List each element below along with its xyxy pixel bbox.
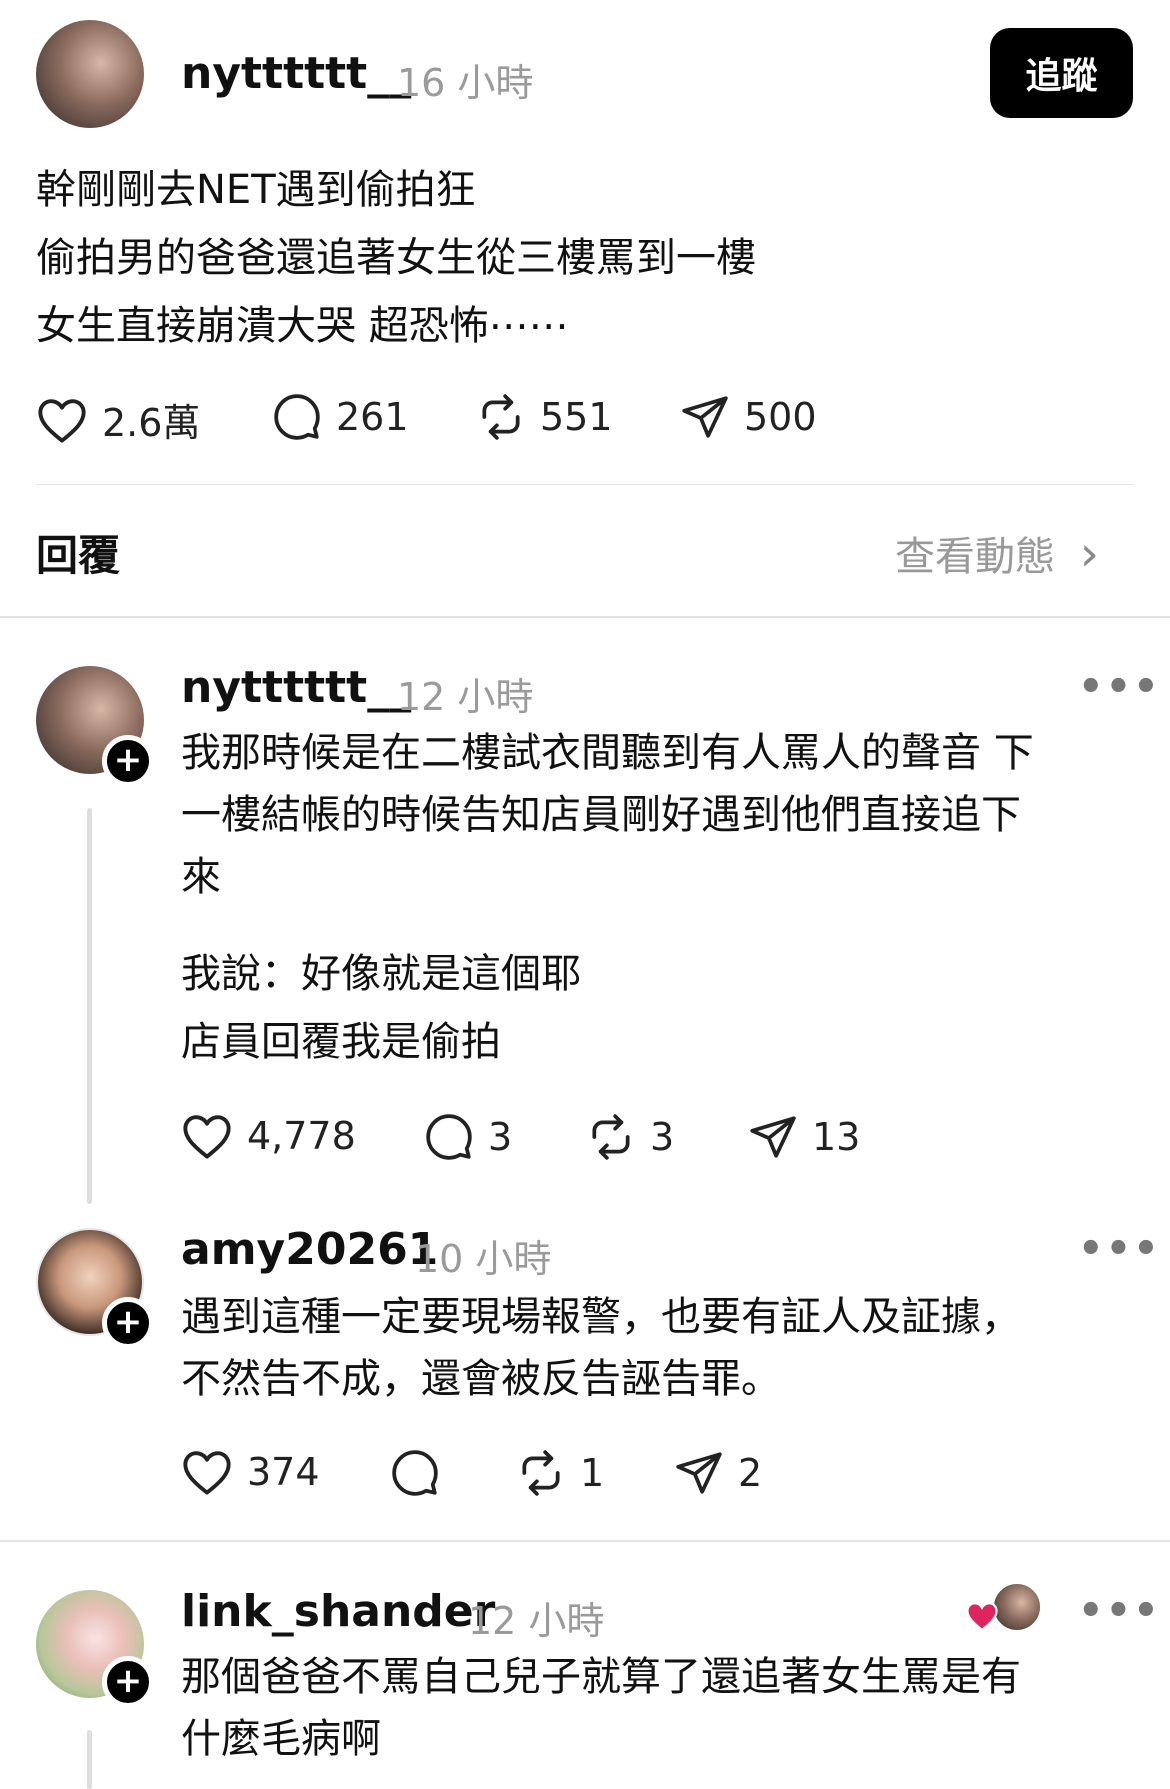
reply-username[interactable]: link_shander xyxy=(181,1586,495,1637)
comment-icon xyxy=(274,394,320,440)
post-username[interactable]: nytttttt__ xyxy=(181,48,411,99)
more-dots-icon[interactable]: ••• xyxy=(1078,1226,1161,1272)
reply-text-paragraph: 我說：好像就是這個耶 店員回覆我是偷拍 xyxy=(181,940,581,1076)
send-icon xyxy=(676,1452,722,1494)
chevron-right-icon: › xyxy=(1079,526,1099,582)
post-line: 偷拍男的爸爸還追著女生從三樓罵到一樓 xyxy=(36,235,756,281)
reply-time: 12 小時 xyxy=(397,675,534,719)
repost-count: 1 xyxy=(580,1451,605,1495)
like-button[interactable]: 2.6萬 xyxy=(36,392,200,447)
share-button[interactable]: 500 xyxy=(680,392,817,442)
repost-icon xyxy=(522,1450,560,1496)
section-divider xyxy=(0,616,1170,618)
reply-divider xyxy=(0,1540,1170,1542)
heart-icon xyxy=(183,1451,231,1495)
share-button[interactable]: 13 xyxy=(748,1112,860,1162)
repost-button[interactable]: 3 xyxy=(586,1112,674,1162)
repost-icon xyxy=(592,1114,630,1160)
repost-icon xyxy=(482,394,520,440)
post-divider xyxy=(36,484,1134,485)
reply-username[interactable]: amy20261 xyxy=(181,1224,438,1275)
like-button[interactable]: 374 xyxy=(181,1448,320,1496)
comment-button[interactable]: 3 xyxy=(424,1112,512,1162)
share-count: 2 xyxy=(738,1451,763,1495)
reply-line: 不然告不成，還會被反告誣告罪。 xyxy=(181,1356,781,1402)
heart-icon xyxy=(38,398,86,443)
more-dots-icon[interactable]: ••• xyxy=(1078,1588,1161,1634)
post-line: 幹剛剛去NET遇到偷拍狂 xyxy=(36,167,476,213)
post-text: 幹剛剛去NET遇到偷拍狂 偷拍男的爸爸還追著女生從三樓罵到一樓 女生直接崩潰大哭… xyxy=(36,156,756,360)
comment-button[interactable] xyxy=(390,1448,440,1498)
reply-time: 12 小時 xyxy=(468,1599,605,1643)
reply-line: 我說：好像就是這個耶 xyxy=(181,951,581,997)
follow-plus-icon[interactable]: + xyxy=(102,735,154,787)
send-icon xyxy=(750,1116,796,1158)
author-avatar[interactable] xyxy=(36,20,144,128)
comment-icon xyxy=(426,1114,472,1160)
repost-count: 551 xyxy=(540,395,613,439)
comment-count: 261 xyxy=(336,395,409,439)
reply-line: 來 xyxy=(181,854,221,900)
author-liked-indicator xyxy=(964,1582,1042,1638)
like-count: 4,778 xyxy=(247,1114,356,1158)
reply-username[interactable]: nytttttt__ xyxy=(181,662,411,713)
thread-line xyxy=(87,1730,92,1789)
comment-button[interactable]: 261 xyxy=(272,392,409,442)
repost-button[interactable]: 551 xyxy=(476,392,613,442)
comment-icon xyxy=(392,1450,438,1496)
like-button[interactable]: 4,778 xyxy=(181,1112,356,1160)
repost-button[interactable]: 1 xyxy=(516,1448,604,1498)
post-line: 女生直接崩潰大哭 超恐怖⋯⋯ xyxy=(36,303,569,349)
follow-button[interactable]: 追蹤 xyxy=(990,28,1133,118)
thread-line xyxy=(87,808,92,1204)
more-dots-icon[interactable]: ••• xyxy=(1078,664,1161,710)
like-count: 374 xyxy=(247,1450,320,1494)
repost-count: 3 xyxy=(650,1115,675,1159)
share-count: 500 xyxy=(744,395,817,439)
reply-time: 10 小時 xyxy=(415,1237,552,1281)
follow-plus-icon[interactable]: + xyxy=(102,1656,154,1708)
reply-text: 遇到這種一定要現場報警，也要有証人及証據， 不然告不成，還會被反告誣告罪。 xyxy=(181,1286,1021,1410)
reply-line: 我那時候是在二樓試衣間聽到有人罵人的聲音 下 xyxy=(181,730,1034,776)
post-time: 16 小時 xyxy=(397,61,534,105)
heart-icon xyxy=(183,1115,231,1159)
follow-plus-icon[interactable]: + xyxy=(102,1297,154,1349)
send-icon xyxy=(682,396,728,438)
heart-filled-icon xyxy=(966,1602,998,1632)
reply-line: 店員回覆我是偷拍 xyxy=(181,1019,501,1065)
share-button[interactable]: 2 xyxy=(674,1448,762,1498)
reply-line: 遇到這種一定要現場報警，也要有証人及証據， xyxy=(181,1294,1021,1340)
reply-line: 一樓結帳的時候告知店員剛好遇到他們直接追下 xyxy=(181,792,1021,838)
view-activity-label: 查看動態 xyxy=(895,534,1055,580)
replies-tab[interactable]: 回覆 xyxy=(36,522,120,583)
view-activity-link[interactable]: 查看動態 › xyxy=(895,524,1099,582)
reply-line: 什麼毛病啊 xyxy=(181,1716,381,1762)
reply-text: 我那時候是在二樓試衣間聽到有人罵人的聲音 下 一樓結帳的時候告知店員剛好遇到他們… xyxy=(181,722,1034,908)
comment-count: 3 xyxy=(488,1115,513,1159)
reply-text: 那個爸爸不罵自己兒子就算了還追著女生罵是有 什麼毛病啊 xyxy=(181,1646,1021,1770)
like-count: 2.6萬 xyxy=(102,401,201,445)
reply-line: 那個爸爸不罵自己兒子就算了還追著女生罵是有 xyxy=(181,1654,1021,1700)
share-count: 13 xyxy=(812,1115,861,1159)
